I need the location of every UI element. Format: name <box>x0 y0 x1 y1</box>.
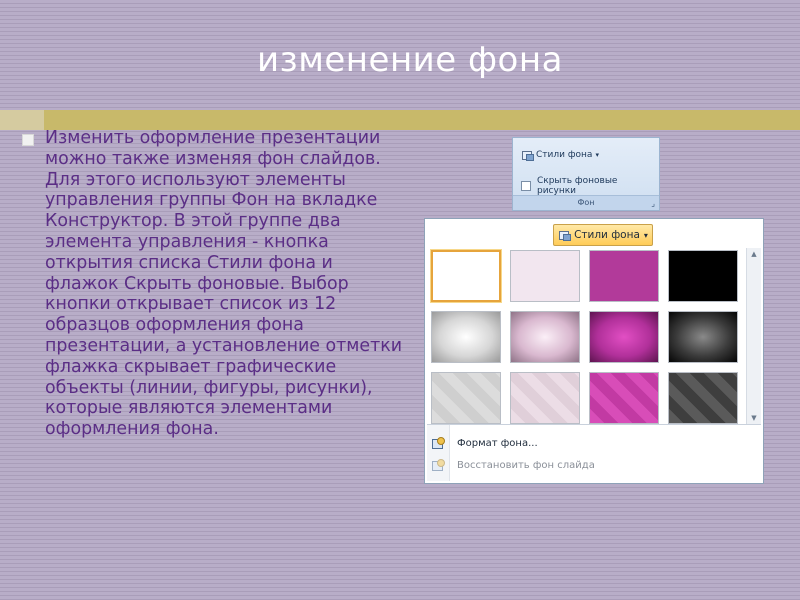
hide-background-checkbox-row[interactable]: Скрыть фоновые рисунки <box>521 176 659 196</box>
reset-background-label: Восстановить фон слайда <box>457 459 595 471</box>
style-swatch-1[interactable] <box>430 249 502 303</box>
background-ribbon-group: Стили фона ▾ Скрыть фоновые рисунки Фон … <box>512 137 660 211</box>
style-swatch-5[interactable] <box>431 311 501 363</box>
background-styles-button[interactable]: Стили фона ▾ <box>553 224 653 246</box>
dialog-launcher-icon[interactable]: ⌟ <box>651 199 655 208</box>
format-background-menu-item[interactable]: Формат фона... <box>431 437 538 449</box>
background-styles-label: Стили фона <box>536 150 593 160</box>
style-swatch-grid <box>427 248 741 424</box>
ribbon-group-label: Фон <box>513 195 659 210</box>
background-styles-gallery: Стили фона ▾ ▲ ▼ Формат фона... Восстано… <box>424 218 764 484</box>
chevron-down-icon: ▾ <box>595 151 599 159</box>
reset-background-menu-item[interactable]: Восстановить фон слайда <box>431 459 595 471</box>
style-swatch-4[interactable] <box>668 250 738 302</box>
title-divider-bar <box>0 110 800 130</box>
style-swatch-12[interactable] <box>668 372 738 424</box>
style-swatch-9[interactable] <box>431 372 501 424</box>
format-background-icon <box>431 437 445 449</box>
style-swatch-11[interactable] <box>589 372 659 424</box>
background-styles-icon <box>558 230 572 241</box>
style-swatch-6[interactable] <box>510 311 580 363</box>
format-background-label: Формат фона... <box>457 437 538 449</box>
style-swatch-7[interactable] <box>589 311 659 363</box>
scroll-up-icon[interactable]: ▲ <box>747 248 761 260</box>
style-swatch-10[interactable] <box>510 372 580 424</box>
style-swatch-2[interactable] <box>510 250 580 302</box>
scroll-down-icon[interactable]: ▼ <box>747 412 761 424</box>
background-styles-button-label: Стили фона <box>574 229 640 241</box>
reset-background-icon <box>431 459 445 471</box>
hide-background-label: Скрыть фоновые рисунки <box>536 176 618 196</box>
background-styles-ribbon-button[interactable]: Стили фона ▾ <box>521 150 599 161</box>
title-divider-accent <box>0 110 44 130</box>
menu-gutter <box>427 425 450 481</box>
background-styles-icon <box>521 150 534 161</box>
style-swatch-8[interactable] <box>668 311 738 363</box>
chevron-down-icon: ▾ <box>643 230 648 240</box>
bullet-square-icon <box>22 134 34 146</box>
gallery-scrollbar[interactable]: ▲ ▼ <box>746 248 761 424</box>
slide-title: изменение фона <box>257 40 563 80</box>
hide-background-checkbox[interactable] <box>521 181 531 191</box>
menu-separator <box>427 424 761 425</box>
slide-body-text: Изменить оформление презентации можно та… <box>45 128 403 440</box>
style-swatch-3[interactable] <box>589 250 659 302</box>
